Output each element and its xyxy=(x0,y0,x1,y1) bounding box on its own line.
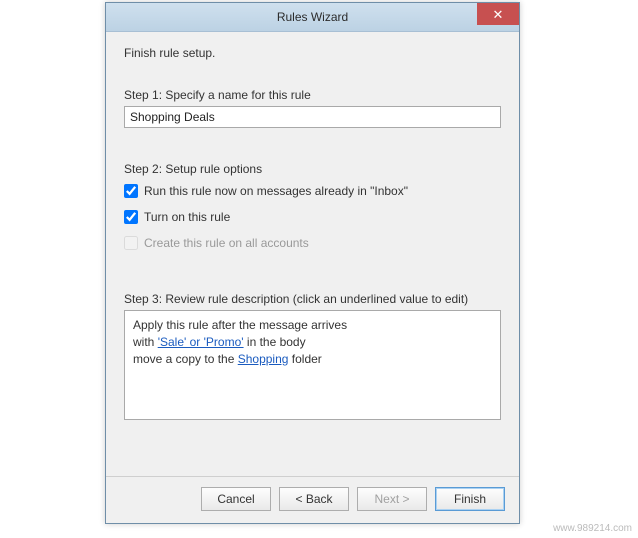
titlebar: Rules Wizard ✕ xyxy=(106,3,519,32)
finish-heading: Finish rule setup. xyxy=(124,46,501,60)
desc-line-3-suffix: folder xyxy=(288,352,321,366)
option-turn-on-label: Turn on this rule xyxy=(144,210,230,224)
next-button: Next > xyxy=(357,487,427,511)
rule-name-input[interactable] xyxy=(124,106,501,128)
link-search-terms[interactable]: 'Sale' or 'Promo' xyxy=(158,335,244,349)
desc-line-3: move a copy to the Shopping folder xyxy=(133,351,492,368)
step2-label: Step 2: Setup rule options xyxy=(124,162,501,176)
option-all-accounts: Create this rule on all accounts xyxy=(124,236,501,250)
button-bar: Cancel < Back Next > Finish xyxy=(106,476,519,523)
window-title: Rules Wizard xyxy=(106,10,519,24)
option-turn-on[interactable]: Turn on this rule xyxy=(124,210,501,224)
cancel-button[interactable]: Cancel xyxy=(201,487,271,511)
finish-button[interactable]: Finish xyxy=(435,487,505,511)
desc-line-1: Apply this rule after the message arrive… xyxy=(133,317,492,334)
link-target-folder[interactable]: Shopping xyxy=(238,352,289,366)
close-button[interactable]: ✕ xyxy=(477,3,519,25)
option-run-now-label: Run this rule now on messages already in… xyxy=(144,184,408,198)
rule-description-box: Apply this rule after the message arrive… xyxy=(124,310,501,420)
watermark: www.989214.com xyxy=(553,523,632,534)
option-run-now[interactable]: Run this rule now on messages already in… xyxy=(124,184,501,198)
dialog-content: Finish rule setup. Step 1: Specify a nam… xyxy=(106,32,519,476)
desc-line-3-prefix: move a copy to the xyxy=(133,352,238,366)
checkbox-all-accounts xyxy=(124,236,138,250)
checkbox-run-now[interactable] xyxy=(124,184,138,198)
option-all-accounts-label: Create this rule on all accounts xyxy=(144,236,309,250)
desc-line-2-suffix: in the body xyxy=(244,335,306,349)
step1-label: Step 1: Specify a name for this rule xyxy=(124,88,501,102)
close-icon: ✕ xyxy=(493,8,504,21)
rules-wizard-dialog: Rules Wizard ✕ Finish rule setup. Step 1… xyxy=(105,2,520,524)
checkbox-turn-on[interactable] xyxy=(124,210,138,224)
desc-line-2-prefix: with xyxy=(133,335,158,349)
step3-label: Step 3: Review rule description (click a… xyxy=(124,292,501,306)
back-button[interactable]: < Back xyxy=(279,487,349,511)
desc-line-2: with 'Sale' or 'Promo' in the body xyxy=(133,334,492,351)
